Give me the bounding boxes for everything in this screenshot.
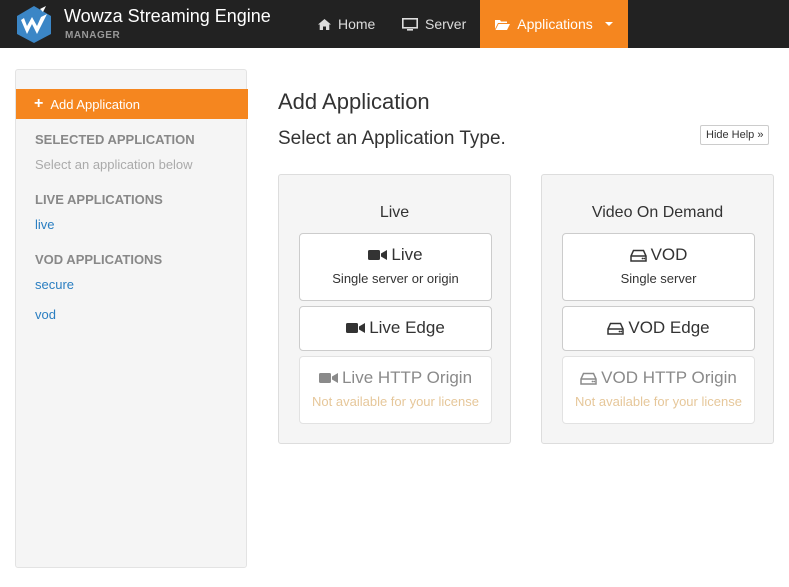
- sidebar: + Add Application SELECTED APPLICATION S…: [15, 69, 248, 568]
- video-camera-icon: [318, 373, 338, 383]
- nav-applications-label: Applications: [517, 16, 593, 32]
- add-application-button[interactable]: + Add Application: [16, 89, 248, 119]
- vod-http-origin-option-button: VOD HTTP Origin Not available for your l…: [562, 356, 755, 424]
- vod-http-origin-option-desc: Not available for your license: [575, 394, 742, 409]
- live-panel: Live Live Single server or origin Live E…: [278, 174, 511, 444]
- vod-http-origin-option-label: VOD HTTP Origin: [601, 368, 737, 387]
- vod-panel: Video On Demand VOD Single server VOD Ed…: [541, 174, 774, 444]
- hard-drive-icon: [629, 249, 647, 262]
- live-edge-option-button[interactable]: Live Edge: [299, 306, 492, 351]
- add-application-label: Add Application: [50, 96, 140, 112]
- sidebar-item-secure[interactable]: secure: [35, 277, 74, 292]
- video-camera-icon: [368, 250, 388, 260]
- live-panel-title: Live: [379, 204, 410, 221]
- vod-applications-heading: VOD APPLICATIONS: [35, 252, 163, 267]
- vod-option-desc: Single server: [620, 271, 697, 286]
- brand-subtitle: MANAGER: [65, 30, 121, 41]
- vod-edge-option-label: VOD Edge: [628, 318, 710, 337]
- selected-application-hint: Select an application below: [35, 157, 193, 172]
- selected-application-heading: SELECTED APPLICATION: [35, 132, 195, 147]
- nav-applications[interactable]: Applications: [480, 0, 628, 48]
- wowza-logo-icon[interactable]: [13, 4, 55, 44]
- vod-option-label: VOD: [650, 245, 688, 264]
- nav-home-label: Home: [338, 16, 376, 32]
- vod-option-button[interactable]: VOD Single server: [562, 233, 755, 301]
- live-option-desc: Single server or origin: [332, 271, 459, 286]
- page-subtitle: Select an Application Type.: [278, 128, 506, 149]
- live-http-origin-option-label: Live HTTP Origin: [341, 368, 473, 387]
- caret-down-icon: [604, 22, 613, 26]
- folder-open-icon: [495, 19, 511, 30]
- brand-title[interactable]: Wowza Streaming Engine: [64, 6, 271, 27]
- plus-icon: +: [34, 95, 44, 112]
- vod-panel-title: Video On Demand: [591, 204, 724, 221]
- page-title: Add Application: [278, 89, 430, 114]
- live-option-button[interactable]: Live Single server or origin: [299, 233, 492, 301]
- live-http-origin-option-button: Live HTTP Origin Not available for your …: [299, 356, 492, 424]
- nav-server-label: Server: [425, 16, 467, 32]
- top-navbar: Wowza Streaming Engine MANAGER Home Serv…: [0, 0, 789, 48]
- hard-drive-icon: [607, 322, 625, 335]
- video-camera-icon: [346, 323, 366, 333]
- vod-edge-option-button[interactable]: VOD Edge: [562, 306, 755, 351]
- sidebar-item-vod[interactable]: vod: [35, 307, 56, 322]
- nav-server[interactable]: Server: [402, 0, 466, 48]
- hide-help-button[interactable]: Hide Help »: [700, 125, 770, 145]
- sidebar-item-live[interactable]: live: [35, 217, 55, 232]
- live-option-label: Live: [391, 245, 423, 264]
- live-edge-option-label: Live Edge: [369, 318, 445, 337]
- monitor-icon: [402, 17, 418, 31]
- hard-drive-icon: [580, 372, 597, 385]
- live-http-origin-option-desc: Not available for your license: [312, 394, 479, 409]
- home-icon: [318, 18, 331, 30]
- live-applications-heading: LIVE APPLICATIONS: [35, 192, 163, 207]
- nav-home[interactable]: Home: [318, 0, 375, 48]
